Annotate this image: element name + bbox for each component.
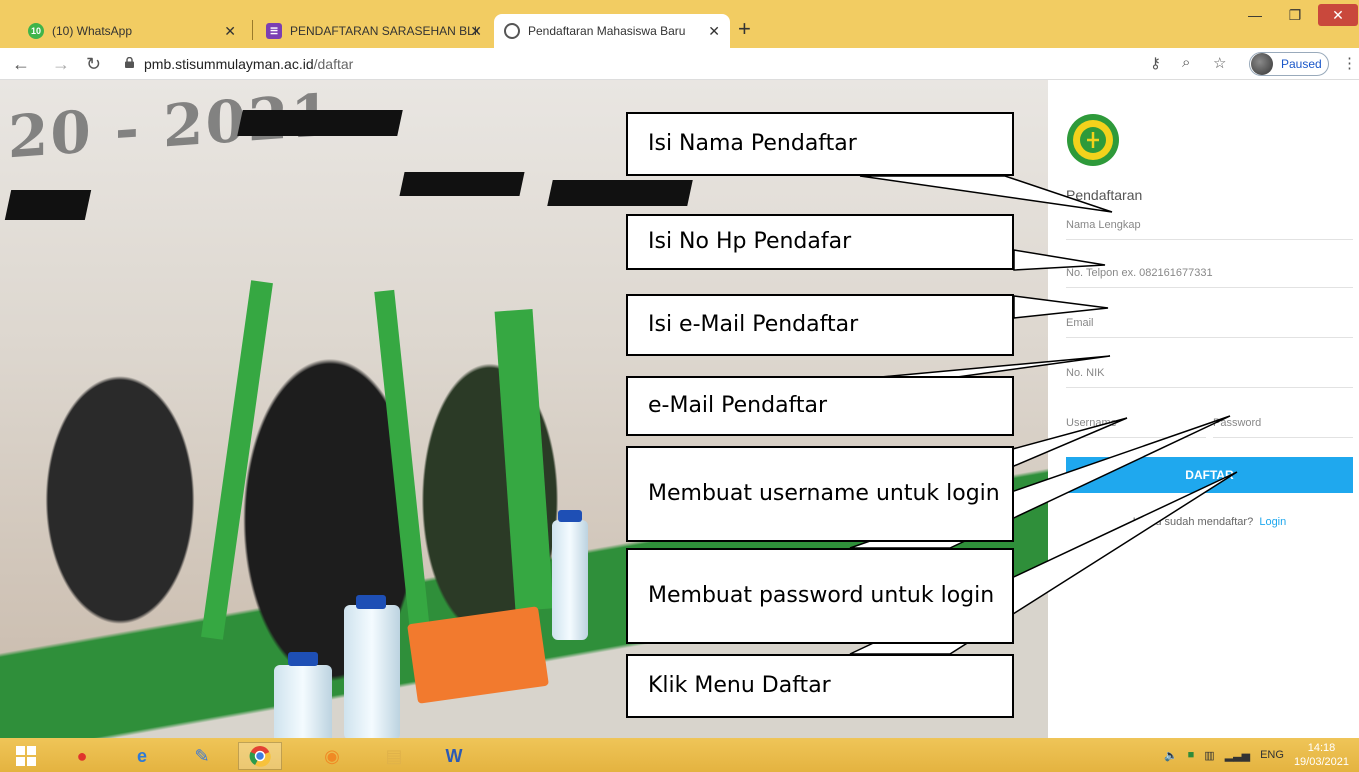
browser-toolbar: ← → ↻ pmb.stisummulayman.ac.id/daftar ⚷ …	[0, 48, 1359, 80]
close-window-button[interactable]: ✕	[1318, 4, 1358, 26]
address-bar[interactable]: pmb.stisummulayman.ac.id/daftar	[144, 56, 353, 72]
annotation-nama: Isi Nama Pendaftar	[626, 112, 1014, 176]
internet-explorer-icon[interactable]: e	[120, 742, 164, 770]
bottle-cap	[356, 595, 386, 609]
gown-stripe	[201, 280, 273, 640]
profile-button[interactable]: Paused	[1249, 52, 1329, 76]
url-path: /daftar	[313, 56, 354, 72]
close-tab-icon[interactable]: ✕	[470, 23, 482, 40]
annotation-daftar: Klik Menu Daftar	[626, 654, 1014, 718]
bottle-cap	[288, 652, 318, 666]
tab-label: Pendaftaran Mahasiswa Baru	[528, 24, 686, 38]
form-icon: ☰	[266, 23, 282, 39]
login-link[interactable]: Login	[1259, 516, 1286, 528]
gown-stripe	[374, 289, 430, 631]
url-host: pmb.stisummulayman.ac.id	[144, 56, 314, 72]
graduation-cap	[237, 110, 403, 136]
tissue-box	[407, 606, 549, 704]
chrome-icon[interactable]	[238, 742, 282, 770]
annotation-email: Isi e-Mail Pendaftar	[626, 294, 1014, 356]
key-icon[interactable]: ⚷	[1150, 54, 1161, 72]
minimize-button[interactable]: —	[1238, 4, 1272, 26]
tab-pendaftaran[interactable]: Pendaftaran Mahasiswa Baru ✕	[494, 14, 730, 48]
daftar-button[interactable]: DAFTAR	[1066, 457, 1353, 493]
paw-app-icon[interactable]: ●	[60, 742, 104, 770]
graduation-cap	[399, 172, 525, 196]
annotation-email-2: e-Mail Pendaftar	[626, 376, 1014, 436]
whatsapp-icon: 10	[28, 23, 44, 39]
field-placeholder: Password	[1213, 417, 1262, 429]
annotation-password: Membuat password untuk login	[626, 548, 1014, 644]
forward-icon[interactable]: →	[52, 53, 70, 75]
water-bottle	[552, 520, 588, 640]
login-prompt-text: Kamu sudah mendaftar?	[1132, 516, 1254, 528]
form-title: Pendaftaran	[1066, 187, 1143, 203]
field-placeholder: No. NIK	[1066, 367, 1105, 379]
file-explorer-icon[interactable]: ▤	[372, 742, 416, 770]
graduation-cap	[547, 180, 693, 206]
registration-panel: Pendaftaran Nama Lengkap No. Telpon ex. …	[1048, 80, 1359, 738]
bottle-cap	[558, 510, 582, 522]
close-tab-icon[interactable]: ✕	[224, 23, 236, 40]
avatar	[1251, 53, 1273, 75]
lock-icon[interactable]	[125, 57, 134, 68]
water-bottle	[274, 665, 332, 738]
taskbar: ● e ✎ ◉ ▤ W 🔈 ■ ▥ ▂▃▅ ENG 14:18 19/03/20…	[0, 738, 1359, 772]
field-placeholder: Username	[1066, 417, 1117, 429]
stis-logo-icon	[1066, 100, 1120, 170]
nama-lengkap-input[interactable]: Nama Lengkap	[1066, 210, 1353, 240]
paint-icon[interactable]: ✎	[180, 742, 224, 770]
tab-sarasehan[interactable]: ☰ PENDAFTARAN SARASEHAN BLK ✕	[256, 14, 492, 48]
site-icon	[504, 23, 520, 39]
back-icon[interactable]: ←	[12, 53, 30, 75]
clock[interactable]: 14:18 19/03/2021	[1294, 741, 1349, 769]
annotation-hp: Isi No Hp Pendafar	[626, 214, 1014, 270]
graduation-cap	[4, 190, 92, 220]
menu-kebab-icon[interactable]: ⋮	[1342, 54, 1357, 72]
zoom-icon[interactable]: ⌕	[1182, 54, 1190, 71]
email-input[interactable]: Email	[1066, 308, 1353, 338]
nik-input[interactable]: No. NIK	[1066, 358, 1353, 388]
signal-icon[interactable]: ▂▃▅	[1225, 749, 1250, 762]
login-prompt: Kamu sudah mendaftar? Login	[1066, 516, 1353, 528]
tab-strip: 10 (10) WhatsApp ✕ ☰ PENDAFTARAN SARASEH…	[0, 0, 1359, 48]
speaker-icon[interactable]: 🔈	[1164, 749, 1178, 762]
gown-stripe	[494, 309, 554, 611]
water-bottle	[344, 605, 400, 738]
tab-label: (10) WhatsApp	[52, 24, 133, 38]
clock-date: 19/03/2021	[1293, 756, 1349, 768]
windows-start-icon[interactable]	[4, 742, 48, 770]
annotation-username: Membuat username untuk login	[626, 446, 1014, 542]
reload-icon[interactable]: ↻	[86, 53, 101, 75]
profile-status: Paused	[1281, 57, 1322, 71]
browser-app-icon[interactable]: ◉	[310, 742, 354, 770]
restore-button[interactable]: ❐	[1278, 4, 1312, 26]
field-placeholder: No. Telpon ex. 082161677331	[1066, 267, 1213, 279]
telpon-input[interactable]: No. Telpon ex. 082161677331	[1066, 258, 1353, 288]
app-tray-icon[interactable]: ■	[1188, 749, 1195, 761]
tab-separator	[252, 20, 253, 40]
field-placeholder: Email	[1066, 317, 1094, 329]
tab-whatsapp[interactable]: 10 (10) WhatsApp ✕	[18, 14, 246, 48]
word-icon[interactable]: W	[432, 742, 476, 770]
network-icon[interactable]: ▥	[1204, 749, 1214, 762]
clock-time: 14:18	[1307, 742, 1336, 754]
new-tab-button[interactable]: +	[738, 18, 751, 40]
language-indicator[interactable]: ENG	[1260, 749, 1284, 761]
field-placeholder: Nama Lengkap	[1066, 219, 1141, 231]
bookmark-star-icon[interactable]: ☆	[1213, 54, 1226, 72]
username-input[interactable]: Username	[1066, 408, 1206, 438]
system-tray: 🔈 ■ ▥ ▂▃▅ ENG 14:18 19/03/2021	[1164, 738, 1359, 772]
password-input[interactable]: Password	[1213, 408, 1353, 438]
tab-label: PENDAFTARAN SARASEHAN BLK	[290, 24, 478, 38]
close-tab-icon[interactable]: ✕	[708, 23, 720, 40]
